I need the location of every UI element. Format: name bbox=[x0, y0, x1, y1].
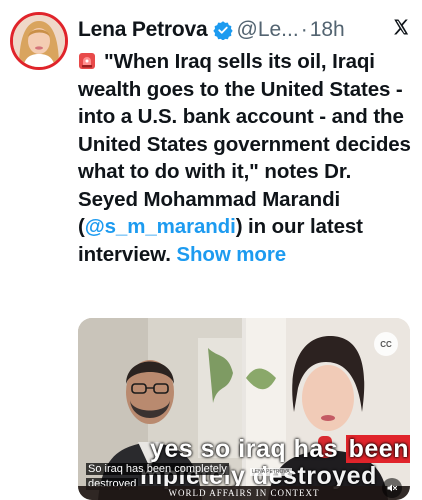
author-handle[interactable]: @Le... bbox=[237, 18, 299, 42]
video-player[interactable]: CC yes so iraq has been mpletely destroy… bbox=[78, 318, 410, 500]
author-name[interactable]: Lena Petrova bbox=[78, 18, 208, 42]
avatar[interactable] bbox=[10, 12, 68, 70]
caption-highlight-word: been bbox=[345, 435, 410, 463]
tweet-header: Lena Petrova @Le... · 18h bbox=[78, 14, 422, 46]
verified-badge-icon bbox=[212, 21, 233, 40]
x-logo-icon bbox=[394, 19, 409, 35]
siren-emoji-icon bbox=[79, 53, 95, 69]
post-time[interactable]: 18h bbox=[310, 18, 345, 42]
separator-dot: · bbox=[300, 18, 308, 41]
avatar-photo bbox=[13, 15, 65, 67]
captions-button[interactable]: CC bbox=[374, 332, 398, 356]
show-more-link[interactable]: Show more bbox=[176, 243, 286, 266]
video-footer-banner: WORLD AFFAIRS IN CONTEXT bbox=[78, 486, 410, 500]
mention-link[interactable]: @s_m_marandi bbox=[85, 215, 236, 238]
tweet-text: "When Iraq sells its oil, Iraqi wealth g… bbox=[78, 48, 416, 268]
footer-banner-text: WORLD AFFAIRS IN CONTEXT bbox=[168, 488, 320, 498]
mute-button[interactable] bbox=[382, 478, 402, 498]
mute-icon bbox=[387, 484, 398, 492]
tweet-text-main: "When Iraq sells its oil, Iraqi wealth g… bbox=[78, 50, 411, 238]
caption-large-text: yes so iraq has bbox=[150, 435, 346, 463]
caption-small-line1: So iraq has been completely bbox=[86, 463, 229, 475]
video-caption-large: yes so iraq has been bbox=[150, 435, 410, 464]
host-name-chip: LENA PETROVA bbox=[250, 468, 292, 476]
